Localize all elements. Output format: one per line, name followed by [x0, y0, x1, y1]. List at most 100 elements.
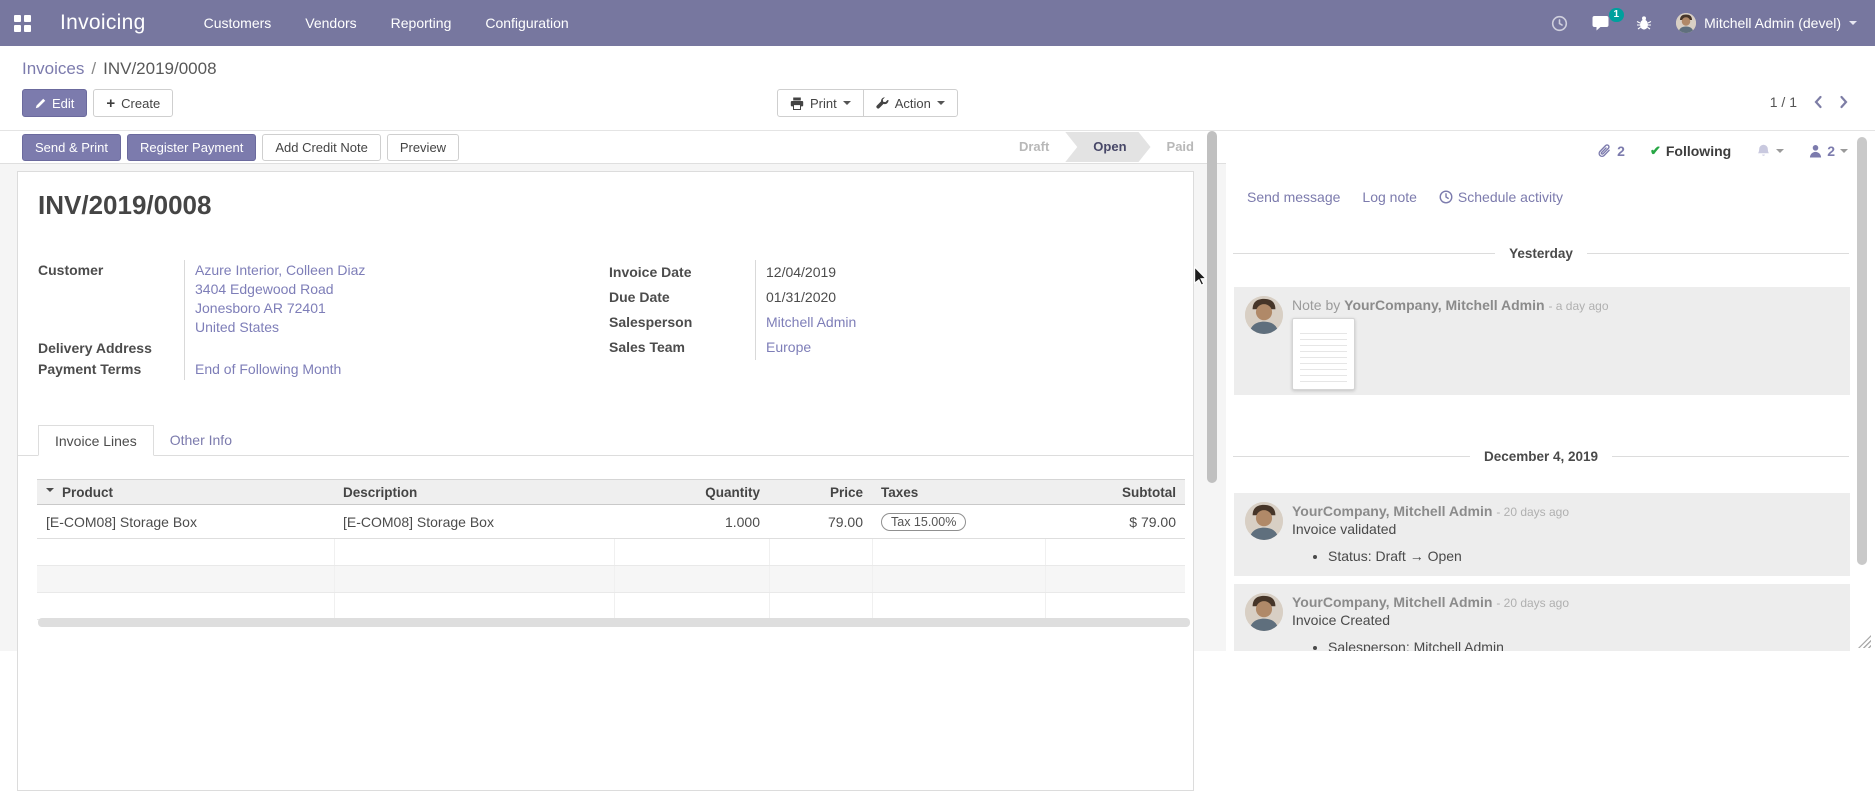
schedule-activity-button[interactable]: Schedule activity [1439, 189, 1563, 205]
message-prefix: Note by [1292, 297, 1344, 313]
messages-icon[interactable]: 1 [1592, 15, 1612, 32]
status-step-open[interactable]: Open [1065, 132, 1150, 162]
sales-team-value[interactable]: Europe [766, 339, 811, 355]
following-button[interactable]: ✔ Following [1650, 143, 1731, 159]
delivery-address-value[interactable] [195, 339, 594, 358]
followers-count: 2 [1827, 143, 1835, 159]
empty-table-row [37, 566, 1185, 593]
message-author[interactable]: YourCompany, Mitchell Admin [1292, 503, 1492, 519]
salesperson-label: Salesperson [609, 310, 756, 335]
tracking-value: Status: Draft → Open [1328, 548, 1850, 564]
plus-icon: + [106, 96, 115, 111]
column-header-subtotal[interactable]: Subtotal [1045, 480, 1185, 505]
debug-bug-icon[interactable] [1636, 15, 1652, 31]
chatter-message-created: YourCompany, Mitchell Admin - 20 days ag… [1234, 584, 1850, 651]
form-view-area: INV/2019/0008 Customer Azure Interior, C… [0, 164, 1226, 651]
customer-city[interactable]: Jonesboro AR 72401 [195, 299, 594, 318]
attachments-button[interactable]: 2 [1597, 143, 1625, 159]
column-header-quantity[interactable]: Quantity [614, 480, 769, 505]
chatter-vertical-scrollbar[interactable] [1857, 137, 1867, 565]
app-title[interactable]: Invoicing [60, 11, 146, 35]
print-button-label: Print [810, 96, 837, 111]
status-pipeline: Draft Open Paid [1003, 132, 1210, 162]
thread-date-divider: Yesterday [1233, 246, 1849, 261]
sort-caret-icon [46, 488, 54, 496]
column-header-product[interactable]: Product [37, 480, 334, 505]
log-note-button[interactable]: Log note [1362, 189, 1417, 205]
followers-caret-icon [1840, 149, 1848, 157]
message-avatar [1245, 296, 1283, 334]
due-date-label: Due Date [609, 285, 756, 310]
activities-clock-icon[interactable] [1551, 15, 1568, 32]
invoice-date-label: Invoice Date [609, 260, 756, 285]
horizontal-scrollbar[interactable] [38, 618, 1190, 627]
tax-badge: Tax 15.00% [881, 513, 966, 531]
cell-product: [E-COM08] Storage Box [37, 505, 334, 539]
send-print-button[interactable]: Send & Print [22, 134, 121, 161]
status-step-draft[interactable]: Draft [1003, 132, 1065, 162]
delivery-address-label: Delivery Address [38, 338, 185, 359]
breadcrumb-current: INV/2019/0008 [103, 59, 216, 78]
message-timestamp: - 20 days ago [1496, 505, 1569, 519]
action-dropdown-button[interactable]: Action [863, 89, 958, 117]
nav-menus: Customers Vendors Reporting Configuratio… [204, 15, 569, 31]
field-group-right: Invoice Date 12/04/2019 Due Date 01/31/2… [609, 260, 1029, 360]
print-caret-icon [843, 101, 851, 109]
pager-previous-icon[interactable] [1813, 95, 1823, 109]
add-credit-note-button[interactable]: Add Credit Note [262, 134, 381, 161]
status-step-paid[interactable]: Paid [1151, 132, 1210, 162]
empty-table-row [37, 539, 1185, 566]
nav-menu-vendors[interactable]: Vendors [305, 15, 356, 31]
nav-menu-customers[interactable]: Customers [204, 15, 272, 31]
create-button-label: Create [121, 96, 160, 111]
salesperson-value[interactable]: Mitchell Admin [766, 314, 856, 330]
messages-badge: 1 [1609, 8, 1625, 22]
empty-table-row [37, 593, 1185, 620]
cell-price: 79.00 [769, 505, 872, 539]
control-panel: Invoices/INV/2019/0008 Edit + Create Pri… [0, 46, 1875, 131]
sales-team-label: Sales Team [609, 335, 756, 360]
subscription-bell-button[interactable] [1756, 143, 1784, 159]
register-payment-button[interactable]: Register Payment [127, 134, 256, 161]
nav-menu-configuration[interactable]: Configuration [485, 15, 568, 31]
send-message-button[interactable]: Send message [1247, 189, 1340, 205]
column-header-description[interactable]: Description [334, 480, 614, 505]
bell-icon [1756, 143, 1771, 159]
column-header-taxes[interactable]: Taxes [872, 480, 1045, 505]
tab-other-info[interactable]: Other Info [154, 425, 248, 455]
nav-menu-reporting[interactable]: Reporting [391, 15, 452, 31]
create-button[interactable]: + Create [93, 89, 173, 117]
followers-button[interactable]: 2 [1809, 143, 1848, 159]
invoice-date-value: 12/04/2019 [756, 260, 1029, 285]
form-statusbar: Send & Print Register Payment Add Credit… [0, 131, 1226, 164]
main-vertical-scrollbar[interactable] [1207, 131, 1217, 483]
pencil-icon [35, 98, 46, 109]
customer-country[interactable]: United States [195, 318, 594, 337]
breadcrumb-invoices-link[interactable]: Invoices [22, 59, 84, 78]
customer-street[interactable]: 3404 Edgewood Road [195, 280, 594, 299]
cell-description: [E-COM08] Storage Box [334, 505, 614, 539]
customer-label: Customer [38, 260, 185, 338]
tab-invoice-lines[interactable]: Invoice Lines [38, 425, 154, 456]
chatter-message-validated: YourCompany, Mitchell Admin - 20 days ag… [1234, 493, 1850, 576]
edit-button[interactable]: Edit [22, 89, 87, 117]
invoice-line-row[interactable]: [E-COM08] Storage Box [E-COM08] Storage … [37, 505, 1185, 539]
customer-link[interactable]: Azure Interior, Colleen Diaz [195, 261, 594, 280]
pager-next-icon[interactable] [1839, 95, 1849, 109]
wrench-icon [876, 97, 889, 110]
user-menu[interactable]: Mitchell Admin (devel) [1676, 13, 1857, 33]
message-author[interactable]: YourCompany, Mitchell Admin [1292, 594, 1492, 610]
apps-menu-icon[interactable] [14, 15, 31, 32]
print-dropdown-button[interactable]: Print [777, 89, 864, 117]
attachment-thumbnail[interactable] [1292, 318, 1355, 390]
user-caret-icon [1849, 21, 1857, 29]
check-icon: ✔ [1650, 143, 1661, 159]
clock-icon [1439, 190, 1453, 204]
message-author[interactable]: YourCompany, Mitchell Admin [1344, 297, 1544, 313]
thread-date-divider: December 4, 2019 [1233, 449, 1849, 464]
action-button-label: Action [895, 96, 931, 111]
column-header-price[interactable]: Price [769, 480, 872, 505]
pager-value: 1 / 1 [1770, 94, 1797, 110]
payment-terms-value[interactable]: End of Following Month [195, 361, 341, 377]
preview-button[interactable]: Preview [387, 134, 459, 161]
